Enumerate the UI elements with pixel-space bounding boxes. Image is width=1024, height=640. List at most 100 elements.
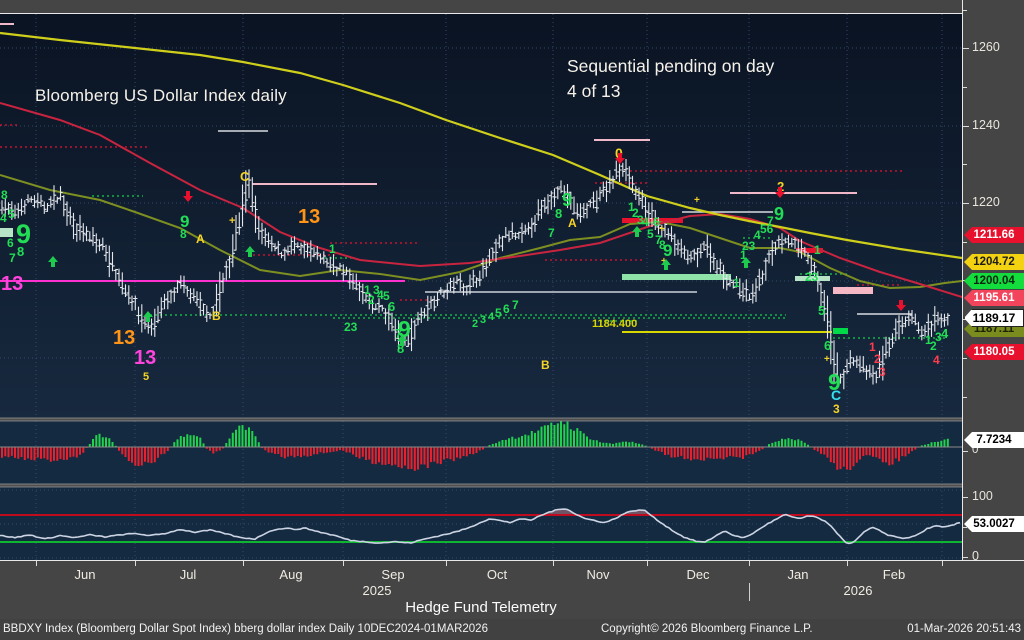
bloomberg-terminal-chart: 84596781398A13135BC+13123123456798B23456…: [0, 0, 1024, 640]
top-margin-strip: [0, 0, 1024, 13]
seq-count-label: +: [694, 195, 700, 206]
month-label-jun: Jun: [75, 567, 96, 582]
year-label-2026: 2026: [844, 583, 873, 598]
seq-count-label: 1: [733, 276, 740, 290]
axis-tick: [963, 451, 968, 452]
seq-count-label: 6: [388, 299, 395, 314]
seq-count-label: B: [541, 358, 550, 372]
status-bar: BBDXY Index (Bloomberg Dollar Spot Index…: [0, 619, 1024, 640]
seq-count-label: 4: [0, 211, 7, 225]
year-label-2025: 2025: [363, 583, 392, 598]
axis-tick: [963, 557, 968, 558]
sequential-note-line2: 4 of 13: [567, 79, 774, 104]
seq-count-label: 5: [495, 306, 502, 320]
seq-count-label: 4: [488, 311, 495, 323]
month-boundary-tick: [942, 561, 943, 566]
seq-count-label: 3: [833, 402, 840, 416]
month-label-oct: Oct: [487, 567, 507, 582]
month-label-nov: Nov: [586, 567, 609, 582]
axis-tick-label: 1240: [972, 118, 1000, 132]
seq-count-label: +: [659, 224, 665, 235]
seq-count-label: 4: [933, 353, 940, 367]
seq-count-label: 7: [9, 251, 16, 265]
axis-tick-label: 1260: [972, 40, 1000, 54]
seq-count-label: 8: [180, 227, 187, 241]
copyright-text: Copyright© 2026 Bloomberg Finance L.P.: [601, 623, 813, 635]
price-level-flag: 1200.04: [964, 273, 1024, 289]
indicator-value-flag: 7.7234: [964, 432, 1024, 448]
seq-count-label: 9: [774, 204, 784, 224]
axis-minor-tick: [963, 87, 967, 88]
plot-top-border: [0, 13, 962, 14]
panel-separator[interactable]: [0, 484, 962, 487]
axis-minor-tick: [963, 164, 967, 165]
seq-count-label: 8: [1, 188, 8, 202]
seq-count-label: 5: [647, 227, 654, 241]
month-boundary-tick: [135, 561, 136, 566]
seq-count-label: 13: [134, 347, 156, 369]
axis-minor-tick: [963, 10, 967, 11]
seq-count-label: +: [824, 354, 830, 365]
axis-minor-tick: [963, 397, 967, 398]
axis-tick: [963, 203, 969, 204]
seq-count-label: 5: [8, 207, 15, 221]
axis-tick: [963, 48, 969, 49]
month-boundary-tick: [343, 561, 344, 566]
time-axis[interactable]: Jun Jul Aug Sep Oct Nov Dec Jan Feb 2025 2026: [0, 560, 1024, 601]
month-boundary-tick: [36, 561, 37, 566]
axis-minor-tick: [963, 358, 967, 359]
chart-panels[interactable]: 84596781398A13135BC+13123123456798B23456…: [0, 0, 962, 560]
seq-count-label: 23: [805, 270, 819, 284]
month-label-jan: Jan: [788, 567, 809, 582]
seq-count-label: 13: [1, 273, 23, 295]
seq-count-label: 3: [879, 365, 886, 379]
seq-count-label: 2: [874, 352, 881, 366]
month-label-feb: Feb: [883, 567, 905, 582]
seq-count-label: 7: [767, 214, 774, 228]
panel-separator[interactable]: [0, 418, 962, 421]
seq-count-label: 3: [480, 314, 486, 326]
seq-count-label: 4: [941, 326, 949, 341]
price-level-flag: 1204.72: [964, 254, 1024, 270]
price-axis[interactable]: 126012401220010001187.111211.661204.7212…: [962, 0, 1024, 560]
axis-tick-label: 1220: [972, 195, 1000, 209]
axis-minor-tick: [963, 527, 967, 528]
month-label-sep: Sep: [381, 567, 404, 582]
month-label-jul: Jul: [180, 567, 197, 582]
sequential-note: Sequential pending on day 4 of 13: [567, 54, 774, 104]
month-boundary-tick: [243, 561, 244, 566]
seq-count-label: 6: [824, 338, 831, 353]
seq-count-label: 9: [562, 190, 572, 210]
seq-count-label: 7: [512, 298, 519, 312]
watermark: Hedge Fund Telemetry: [0, 599, 962, 619]
seq-count-label: +: [229, 215, 235, 227]
month-label-dec: Dec: [686, 567, 709, 582]
month-boundary-tick: [749, 561, 750, 566]
axis-tick: [963, 126, 969, 127]
chart-title: Bloomberg US Dollar Index daily: [35, 86, 287, 106]
price-level-flag: 1195.61: [964, 290, 1024, 306]
price-level-flag: 1180.05: [964, 344, 1024, 360]
last-price-flag: 1189.17: [964, 309, 1024, 327]
month-label-aug: Aug: [279, 567, 302, 582]
month-boundary-tick: [446, 561, 447, 566]
seq-count-label: 5: [143, 371, 149, 383]
seq-count-label: A: [196, 232, 205, 246]
month-boundary-tick: [553, 561, 554, 566]
month-boundary-tick: [847, 561, 848, 566]
seq-count-label: 1: [329, 242, 336, 256]
seq-count-label: B: [212, 309, 221, 323]
seq-count-label: 2: [472, 318, 478, 330]
seq-count-label: 1: [814, 243, 821, 257]
seq-count-label: 8: [17, 244, 24, 259]
seq-count-label: 7: [548, 226, 555, 240]
seq-count-label: 13: [298, 206, 320, 228]
seq-count-label: 13: [113, 327, 135, 349]
seq-count-label: C: [831, 387, 841, 403]
seq-count-label: 6: [7, 236, 14, 250]
indicator-value-flag: 53.0027: [964, 516, 1024, 532]
seq-count-label: A: [568, 216, 577, 230]
timestamp: 01-Mar-2026 20:51:43: [907, 623, 1021, 635]
rsi-tick-label: 100: [972, 489, 993, 503]
month-boundary-tick: [647, 561, 648, 566]
